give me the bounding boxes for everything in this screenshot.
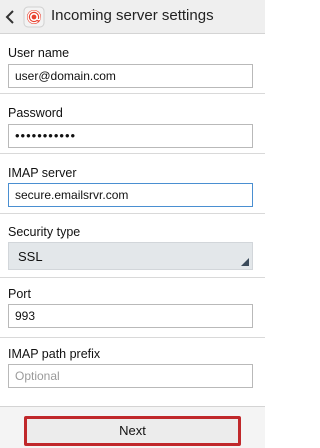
imap-path-prefix-label: IMAP path prefix [8,347,101,361]
security-type-label: Security type [8,225,81,239]
username-field[interactable]: user@domain.com [8,64,253,88]
password-label: Password [8,106,63,120]
username-section: User name user@domain.com [0,34,265,94]
port-section: Port 993 [0,278,265,338]
imap-server-label: IMAP server [8,166,77,180]
header-bar: Incoming server settings [0,0,265,34]
security-type-dropdown[interactable]: SSL [8,242,253,270]
imap-path-prefix-field[interactable]: Optional [8,364,253,388]
port-label: Port [8,287,31,301]
password-field[interactable]: ••••••••••• [8,124,253,148]
password-section: Password ••••••••••• [0,94,265,154]
security-type-section: Security type SSL [0,214,265,278]
username-label: User name [8,46,70,60]
port-field[interactable]: 993 [8,304,253,328]
security-type-value: SSL [18,249,43,264]
next-button[interactable]: Next [24,416,241,446]
page-title: Incoming server settings [51,7,214,24]
footer-bar: Next [0,406,265,448]
imap-path-prefix-section: IMAP path prefix Optional [0,338,265,406]
chevron-left-icon[interactable] [4,9,16,25]
dropdown-arrow-icon [241,258,249,266]
email-app-icon [23,6,45,28]
imap-server-section: IMAP server secure.emailsrvr.com [0,154,265,214]
imap-server-field[interactable]: secure.emailsrvr.com [8,183,253,207]
